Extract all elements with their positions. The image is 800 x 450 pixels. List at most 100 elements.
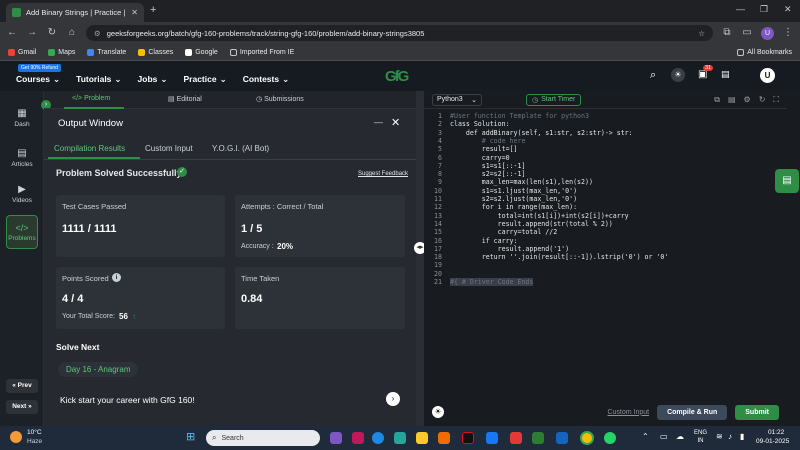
code-area[interactable]: 1 #User function Template for python3 2 cla… xyxy=(424,110,787,390)
close-icon[interactable]: ✕ xyxy=(131,8,138,17)
chat-icon[interactable]: ▤ xyxy=(721,69,730,80)
theme-toggle-icon[interactable]: ☀ xyxy=(671,68,685,82)
tab-compilation-results[interactable]: Compilation Results xyxy=(54,144,125,153)
windows-taskbar: 10°C Haze ⊞ ⌕ Search ⌃ ▭ ☁ ENG IN ≋ ♪ ▮ 0… xyxy=(0,426,800,450)
weather-icon[interactable] xyxy=(10,431,22,443)
tab-submissions[interactable]: ◷ Submissions xyxy=(256,95,304,103)
sidepanel-icon[interactable]: ▭ xyxy=(741,27,753,39)
maximize-icon[interactable]: ❐ xyxy=(760,4,768,15)
compile-run-button[interactable]: Compile & Run xyxy=(657,404,728,420)
next-button[interactable]: Next » xyxy=(6,400,38,414)
settings-icon[interactable]: ⚙ xyxy=(744,95,751,104)
time-value: 0.84 xyxy=(241,293,263,305)
new-tab-icon[interactable]: + xyxy=(150,4,156,16)
home-icon[interactable]: ⌂ xyxy=(66,27,78,39)
tray-onedrive-icon[interactable]: ☁ xyxy=(676,432,684,441)
tray-chevron-icon[interactable]: ⌃ xyxy=(642,432,649,441)
nav-tutorials[interactable]: Tutorials ⌄ xyxy=(76,74,121,85)
nav-jobs[interactable]: Jobs ⌄ xyxy=(138,74,168,85)
extensions-icon[interactable]: ⧉ xyxy=(721,27,733,39)
bookmark-translate[interactable]: Translate xyxy=(87,48,126,56)
search-icon[interactable]: ⌕ xyxy=(650,69,656,82)
app-icon-edge[interactable] xyxy=(372,432,384,444)
submit-button[interactable]: Submit xyxy=(735,404,779,420)
arrow-up-icon: ↑ xyxy=(132,312,136,321)
app-icon-facebook[interactable] xyxy=(486,432,498,444)
language-indicator[interactable]: ENG IN xyxy=(694,429,707,445)
sidebar-item-videos[interactable]: ▶ Videos xyxy=(6,179,38,209)
battery-icon[interactable]: ▮ xyxy=(740,432,744,441)
close-window-icon[interactable]: ✕ xyxy=(784,4,792,15)
theme-icon[interactable]: ☀ xyxy=(432,406,444,418)
taskbar-search[interactable]: ⌕ Search xyxy=(206,430,320,446)
app-icon-copilot[interactable] xyxy=(330,432,342,444)
clock-date: 09-01-2025 xyxy=(756,438,790,445)
bookmark-imported[interactable]: Imported From IE xyxy=(229,48,294,56)
star-icon[interactable]: ☆ xyxy=(698,29,705,38)
prev-button[interactable]: « Prev xyxy=(6,379,38,393)
sidebar-item-dash[interactable]: ▦ Dash xyxy=(6,103,38,133)
all-bookmarks[interactable]: All Bookmarks xyxy=(737,48,792,56)
panel-divider[interactable] xyxy=(416,91,424,426)
suggest-feedback-link[interactable]: Suggest Feedback xyxy=(358,171,408,177)
app-icon-store[interactable] xyxy=(394,432,406,444)
next-problem-chip[interactable]: Day 16 - Anagram xyxy=(58,362,139,377)
nav-contests[interactable]: Contests ⌄ xyxy=(243,74,290,85)
info-icon[interactable]: i xyxy=(112,273,121,282)
reload-icon[interactable]: ↻ xyxy=(46,27,58,39)
language-select[interactable]: Python3 ⌄ xyxy=(432,93,482,106)
app-icon-explorer[interactable] xyxy=(416,432,428,444)
accuracy-label: Accuracy : xyxy=(241,243,274,250)
tab-problem[interactable]: </> Problem xyxy=(72,95,110,102)
line-number: 18 xyxy=(434,253,442,262)
nav-practice[interactable]: Practice ⌄ xyxy=(184,74,227,85)
minimize-icon[interactable]: — xyxy=(736,4,745,14)
bookmark-maps[interactable]: Maps xyxy=(48,48,75,56)
copy-icon[interactable]: ⧉ xyxy=(714,95,720,105)
minimize-output-icon[interactable]: — xyxy=(374,117,383,127)
start-timer-button[interactable]: ◷ Start Timer xyxy=(526,93,582,106)
problem-panel: › </> Problem ▤ Editorial ◷ Submissions … xyxy=(41,91,416,426)
wifi-icon[interactable]: ≋ xyxy=(716,432,723,441)
app-icon-chrome[interactable] xyxy=(580,431,594,445)
app-icon-files[interactable] xyxy=(352,432,364,444)
sidebar-item-articles[interactable]: ▤ Articles xyxy=(6,143,38,173)
app-icon-netflix[interactable] xyxy=(462,432,474,444)
menu-icon[interactable]: ⋮ xyxy=(782,27,794,39)
gfg-logo[interactable]: GfG xyxy=(385,68,409,85)
bookmark-classes[interactable]: Classes xyxy=(138,48,173,56)
sidebar-item-problems[interactable]: </> Problems xyxy=(6,215,38,249)
chevron-down-icon: ⌄ xyxy=(53,73,61,84)
tray-display-icon[interactable]: ▭ xyxy=(660,432,668,441)
browser-tab[interactable]: Add Binary Strings | Practice | G ✕ xyxy=(6,3,144,22)
custom-input-link[interactable]: Custom Input xyxy=(607,409,649,416)
url-bar[interactable]: ⚙ geeksforgeeks.org/batch/gfg-160-proble… xyxy=(86,25,713,41)
promo-arrow-button[interactable]: › xyxy=(386,392,400,406)
back-icon[interactable]: ← xyxy=(6,27,18,39)
fullscreen-icon[interactable]: ⛶ xyxy=(773,95,779,105)
bookmark-google[interactable]: Google xyxy=(185,48,218,56)
forward-icon[interactable]: → xyxy=(26,27,38,39)
reset-icon[interactable]: ↻ xyxy=(759,95,766,104)
nav-courses[interactable]: Courses ⌄ xyxy=(16,74,60,85)
code-line: result=[] xyxy=(450,145,518,154)
app-icon-media[interactable] xyxy=(438,432,450,444)
user-avatar[interactable]: U xyxy=(760,68,775,83)
app-icon-excel[interactable] xyxy=(532,432,544,444)
app-icon-youtube[interactable] xyxy=(510,432,522,444)
attempts-label: Attempts : Correct / Total xyxy=(241,202,324,211)
app-icon-whatsapp[interactable] xyxy=(604,432,616,444)
app-icon-onedrive[interactable] xyxy=(556,432,568,444)
windows-start-icon[interactable]: ⊞ xyxy=(186,432,195,443)
profile-avatar[interactable]: U xyxy=(761,26,774,40)
tab-yogi-bot[interactable]: Y.O.G.I. (AI Bot) xyxy=(212,144,269,153)
editor-actions: ☀ Custom Input Compile & Run Submit xyxy=(424,398,787,426)
close-output-icon[interactable]: ✕ xyxy=(391,116,400,129)
tab-editorial[interactable]: ▤ Editorial xyxy=(168,95,202,103)
bookmark-gmail[interactable]: Gmail xyxy=(8,48,36,56)
file-icon[interactable]: ▤ xyxy=(728,95,736,104)
volume-icon[interactable]: ♪ xyxy=(728,432,732,441)
tab-custom-input[interactable]: Custom Input xyxy=(145,144,193,153)
chat-widget-icon[interactable]: ▤ xyxy=(775,169,799,193)
site-info-icon[interactable]: ⚙ xyxy=(94,29,101,38)
